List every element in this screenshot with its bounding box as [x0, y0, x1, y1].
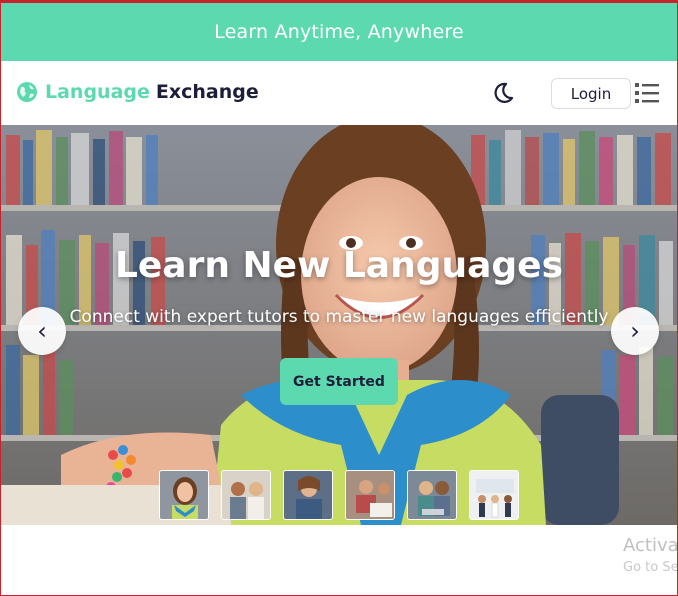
hero-title: Learn New Languages [114, 245, 564, 286]
brand-logo[interactable]: Language Exchange [16, 81, 259, 103]
hero-subtitle: Connect with expert tutors to master new… [69, 307, 609, 327]
thumbnail-group-studying[interactable] [283, 470, 333, 520]
thumbnail-two-people[interactable] [221, 470, 271, 520]
brand-name-part1: Language [45, 81, 150, 103]
moon-icon[interactable] [491, 81, 515, 105]
navbar: Language Exchange Login [1, 61, 677, 125]
carousel-next-button[interactable]: › [611, 307, 659, 355]
windows-activation-watermark: Activa Go to Se [623, 535, 678, 575]
thumbnail-pair-laptop[interactable] [407, 470, 457, 520]
globe-icon [17, 82, 37, 102]
watermark-line1: Activa [623, 535, 678, 556]
get-started-button[interactable]: Get Started [280, 358, 398, 405]
carousel-prev-button[interactable]: ‹ [18, 307, 66, 355]
promo-text: Learn Anytime, Anywhere [214, 21, 464, 43]
login-button[interactable]: Login [551, 78, 631, 109]
carousel-thumbnails [159, 470, 519, 520]
list-menu-icon[interactable] [635, 82, 659, 104]
thumbnail-student-writing[interactable] [345, 470, 395, 520]
thumbnail-office-team[interactable] [469, 470, 519, 520]
thumbnail-girl-smiling[interactable] [159, 470, 209, 520]
page-frame: Learn Anytime, Anywhere Language Exchang… [0, 0, 678, 596]
watermark-line2: Go to Se [623, 560, 678, 575]
promo-banner: Learn Anytime, Anywhere [1, 3, 677, 61]
brand-name-part2: Exchange [155, 81, 259, 103]
hero-carousel: Learn New Languages Connect with expert … [1, 125, 677, 525]
